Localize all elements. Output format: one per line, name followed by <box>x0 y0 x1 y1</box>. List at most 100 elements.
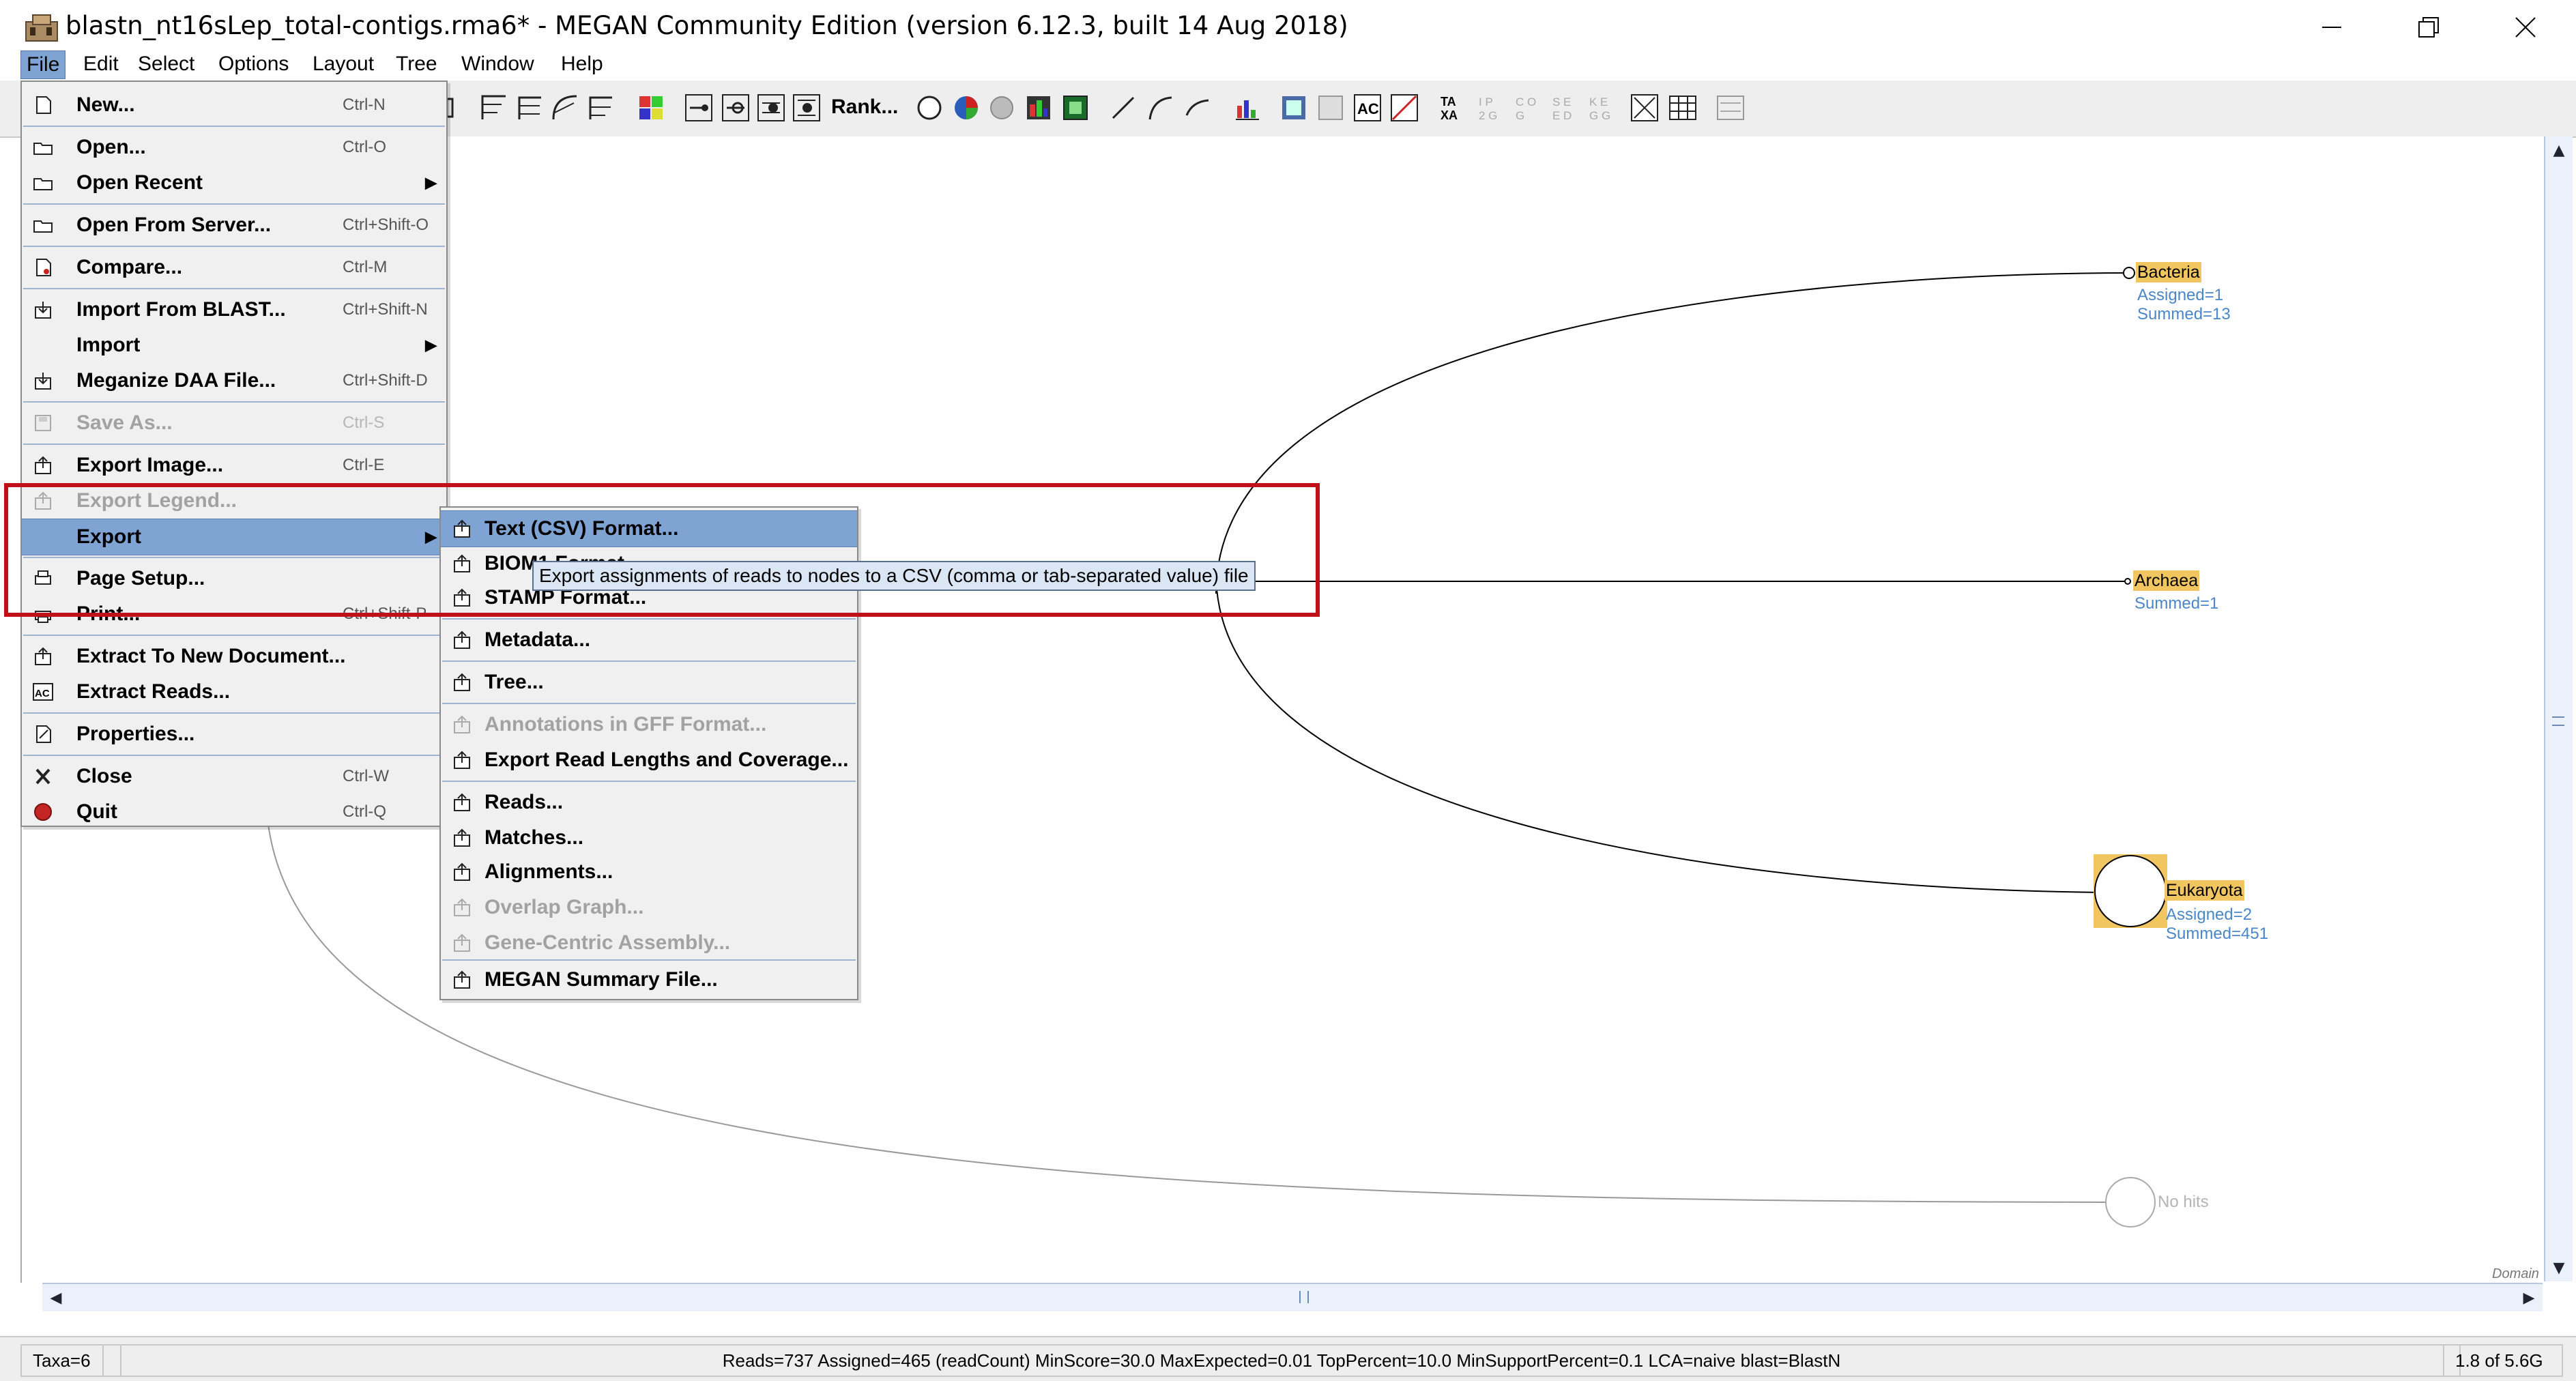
svg-text:E D: E D <box>1552 109 1572 122</box>
scroll-down-icon[interactable]: ▼ <box>2545 1254 2573 1281</box>
menu-item-compare[interactable]: Compare... Ctrl-M <box>22 250 446 285</box>
export-item-gff[interactable]: Annotations in GFF Format... <box>441 707 857 742</box>
close-window-button[interactable] <box>2488 0 2563 55</box>
heatmap-node-icon[interactable] <box>1059 91 1092 124</box>
taxa-icon[interactable]: TA XA <box>1437 91 1470 124</box>
collapse-icon[interactable] <box>682 91 715 124</box>
archaea-summed: Summed=1 <box>2134 594 2219 613</box>
horizontal-scrollbar[interactable]: ◀ ▶ <box>42 1283 2543 1311</box>
menu-item-open-recent[interactable]: Open Recent ▶ <box>22 165 446 201</box>
log-scale-icon[interactable] <box>1144 91 1176 124</box>
menu-separator <box>442 703 856 704</box>
menu-item-export-image[interactable]: Export Image... Ctrl-E <box>22 448 446 483</box>
export-item-metadata[interactable]: Metadata... <box>441 622 857 658</box>
svg-text:G: G <box>1516 109 1524 122</box>
menu-tree[interactable]: Tree <box>390 50 443 78</box>
slanted-tree-icon[interactable] <box>584 91 617 124</box>
svg-text:AC: AC <box>1357 100 1379 117</box>
menu-help[interactable]: Help <box>555 50 609 78</box>
heatmap-icon[interactable] <box>635 91 667 124</box>
coxcomb-icon[interactable] <box>985 91 1018 124</box>
export-item-reads[interactable]: Reads... <box>441 785 857 820</box>
menu-edit[interactable]: Edit <box>78 50 124 78</box>
menu-separator <box>23 444 445 445</box>
uncollapse-icon[interactable] <box>719 91 752 124</box>
menu-item-quit[interactable]: Quit Ctrl-Q <box>22 794 446 830</box>
linear-scale-icon[interactable] <box>1107 91 1140 124</box>
export-item-matches[interactable]: Matches... <box>441 820 857 856</box>
svg-text:TA: TA <box>1441 95 1456 108</box>
menu-select[interactable]: Select <box>132 50 200 78</box>
menu-item-import[interactable]: Import ▶ <box>22 328 446 363</box>
menu-item-save-as[interactable]: Save As... Ctrl-S <box>22 405 446 441</box>
menu-separator <box>23 126 445 127</box>
export-item-overlap-graph[interactable]: Overlap Graph... <box>441 890 857 925</box>
submenu-arrow-icon: ▶ <box>425 174 437 191</box>
restore-icon <box>2418 17 2439 38</box>
menu-item-new[interactable]: New... Ctrl-N <box>22 87 446 123</box>
close-icon <box>2515 17 2536 38</box>
scroll-left-icon[interactable]: ◀ <box>42 1284 70 1311</box>
export-item-alignments[interactable]: Alignments... <box>441 854 857 890</box>
restore-button[interactable] <box>2391 0 2466 55</box>
no-entry-icon[interactable] <box>1388 91 1421 124</box>
node-nohits <box>2105 1177 2156 1227</box>
export-icon <box>454 673 470 691</box>
menu-item-extract-to-new-document[interactable]: Extract To New Document... <box>22 639 446 674</box>
list-panel-icon[interactable] <box>1714 91 1747 124</box>
menu-item-open[interactable]: Open... Ctrl-O <box>22 130 446 165</box>
phylogram-icon[interactable] <box>513 91 546 124</box>
hscroll-thumb-grip[interactable] <box>1299 1291 1309 1303</box>
menu-layout[interactable]: Layout <box>307 50 379 78</box>
wordcloud-icon[interactable] <box>1628 91 1661 124</box>
export-item-read-lengths[interactable]: Export Read Lengths and Coverage... <box>441 742 857 778</box>
menu-separator <box>23 288 445 289</box>
vertical-scrollbar[interactable]: ▲ ▼ <box>2544 136 2573 1281</box>
chart-icon[interactable] <box>1231 91 1264 124</box>
svg-text:2 G: 2 G <box>1479 109 1497 122</box>
export-item-megan-summary[interactable]: MEGAN Summary File... <box>441 962 857 998</box>
menu-options[interactable]: Options <box>213 50 294 78</box>
bar-node-icon[interactable] <box>1022 91 1055 124</box>
blank-panel-icon[interactable] <box>1314 91 1347 124</box>
export-item-tree[interactable]: Tree... <box>441 665 857 700</box>
menu-separator <box>23 401 445 403</box>
cladogram-icon[interactable] <box>478 91 510 124</box>
toolbar-tree-icon-1[interactable] <box>444 91 476 124</box>
interpro-icon[interactable]: I P2 G <box>1475 91 1508 124</box>
export-icon <box>454 793 470 811</box>
radial-tree-icon[interactable] <box>549 91 581 124</box>
rank-button[interactable]: Rank... <box>831 91 898 123</box>
menu-item-close[interactable]: Close Ctrl-W <box>22 759 446 794</box>
menu-item-extract-reads[interactable]: AC Extract Reads... <box>22 674 446 710</box>
eukaryota-summed: Summed=451 <box>2166 925 2269 943</box>
scroll-up-icon[interactable]: ▲ <box>2545 136 2573 164</box>
pie-chart-icon[interactable] <box>950 91 983 124</box>
circle-node-icon[interactable] <box>913 91 946 124</box>
menu-item-meganize-daa[interactable]: Meganize DAA File... Ctrl+Shift-D <box>22 363 446 398</box>
table-icon[interactable] <box>1666 91 1699 124</box>
open-folder-icon <box>33 143 53 155</box>
close-x-icon <box>35 768 50 785</box>
kegg-icon[interactable]: K EG G <box>1586 91 1619 124</box>
export-icon <box>454 828 470 847</box>
menu-window[interactable]: Window <box>456 50 540 78</box>
cog-icon[interactable]: C OG <box>1512 91 1545 124</box>
menu-item-properties[interactable]: Properties... <box>22 716 446 752</box>
minimize-button[interactable] <box>2294 0 2369 55</box>
menu-file[interactable]: File <box>20 50 66 79</box>
inspector-icon[interactable] <box>1277 91 1310 124</box>
scroll-thumb-grip[interactable] <box>2552 716 2564 726</box>
menu-item-import-from-blast[interactable]: Import From BLAST... Ctrl+Shift-N <box>22 292 446 328</box>
expand-all-icon[interactable] <box>790 91 823 124</box>
export-item-gene-centric-assembly[interactable]: Gene-Centric Assembly... <box>441 925 857 961</box>
highlight-box <box>4 483 1320 617</box>
menu-separator <box>442 959 856 961</box>
properties-icon <box>36 725 51 743</box>
ac-text-icon[interactable]: AC <box>1351 91 1384 124</box>
seed-icon[interactable]: S EE D <box>1549 91 1582 124</box>
scroll-right-icon[interactable]: ▶ <box>2515 1284 2543 1311</box>
menu-item-open-from-server[interactable]: Open From Server... Ctrl+Shift-O <box>22 207 446 243</box>
expand-icon[interactable] <box>755 91 787 124</box>
sqrt-scale-icon[interactable] <box>1181 91 1213 124</box>
